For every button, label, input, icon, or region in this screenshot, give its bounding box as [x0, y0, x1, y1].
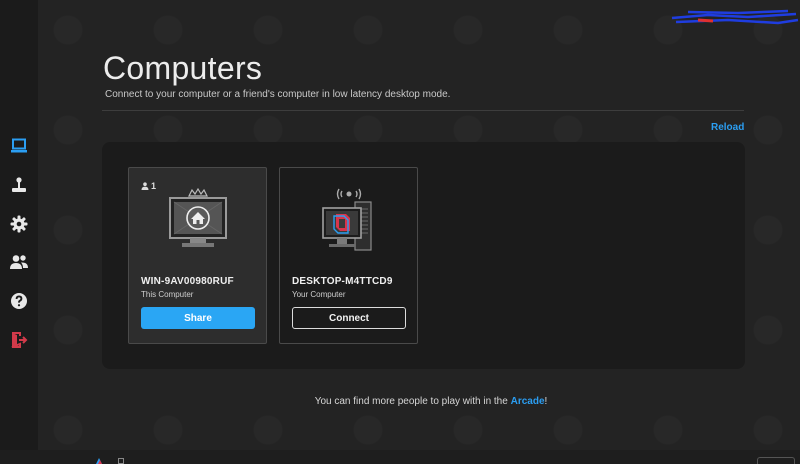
computer-icon — [11, 138, 27, 153]
arcade-hint: You can find more people to play with in… — [0, 396, 800, 407]
reload-link[interactable]: Reload — [711, 122, 744, 133]
sidebar-item-settings[interactable] — [8, 213, 30, 235]
bottom-button[interactable] — [757, 457, 795, 464]
sidebar — [0, 0, 38, 450]
computer-name: WIN-9AV00980RUF — [141, 276, 234, 287]
computer-name: DESKTOP-M4TTCD9 — [292, 276, 393, 287]
arcade-hint-end: ! — [544, 396, 548, 407]
desktop-tower-icon — [322, 188, 372, 251]
computer-card: DESKTOP-M4TTCD9 Your Computer Connect — [279, 167, 418, 344]
sidebar-item-help[interactable] — [8, 290, 30, 312]
logout-icon — [11, 332, 28, 348]
sidebar-item-arcade[interactable] — [8, 174, 30, 196]
header-divider — [102, 110, 744, 111]
question-icon — [11, 293, 27, 309]
home-monitor-icon — [169, 187, 227, 247]
app-logo-icon — [96, 458, 102, 464]
users-icon — [10, 255, 28, 269]
arcade-hint-text: You can find more people to play with in… — [314, 396, 511, 407]
page-title: Computers — [103, 50, 263, 86]
connect-button[interactable]: Connect — [292, 307, 406, 329]
sidebar-item-computers[interactable] — [8, 135, 30, 157]
window-icon — [118, 458, 124, 464]
users-count-value: 1 — [151, 181, 157, 191]
computer-card: 1 WIN-9AV00980RUF This Computer Share — [128, 167, 267, 344]
joystick-icon — [12, 177, 26, 192]
share-button[interactable]: Share — [141, 307, 255, 329]
user-icon — [141, 182, 149, 190]
computer-subtitle: This Computer — [141, 290, 194, 299]
computer-subtitle: Your Computer — [292, 290, 346, 299]
users-count: 1 — [141, 181, 156, 191]
gear-icon — [10, 215, 28, 233]
sidebar-item-logout[interactable] — [8, 329, 30, 351]
redaction-scribble — [671, 9, 799, 25]
sidebar-item-friends[interactable] — [8, 251, 30, 273]
arcade-link[interactable]: Arcade — [511, 396, 545, 407]
page-subtitle: Connect to your computer or a friend's c… — [105, 89, 451, 100]
